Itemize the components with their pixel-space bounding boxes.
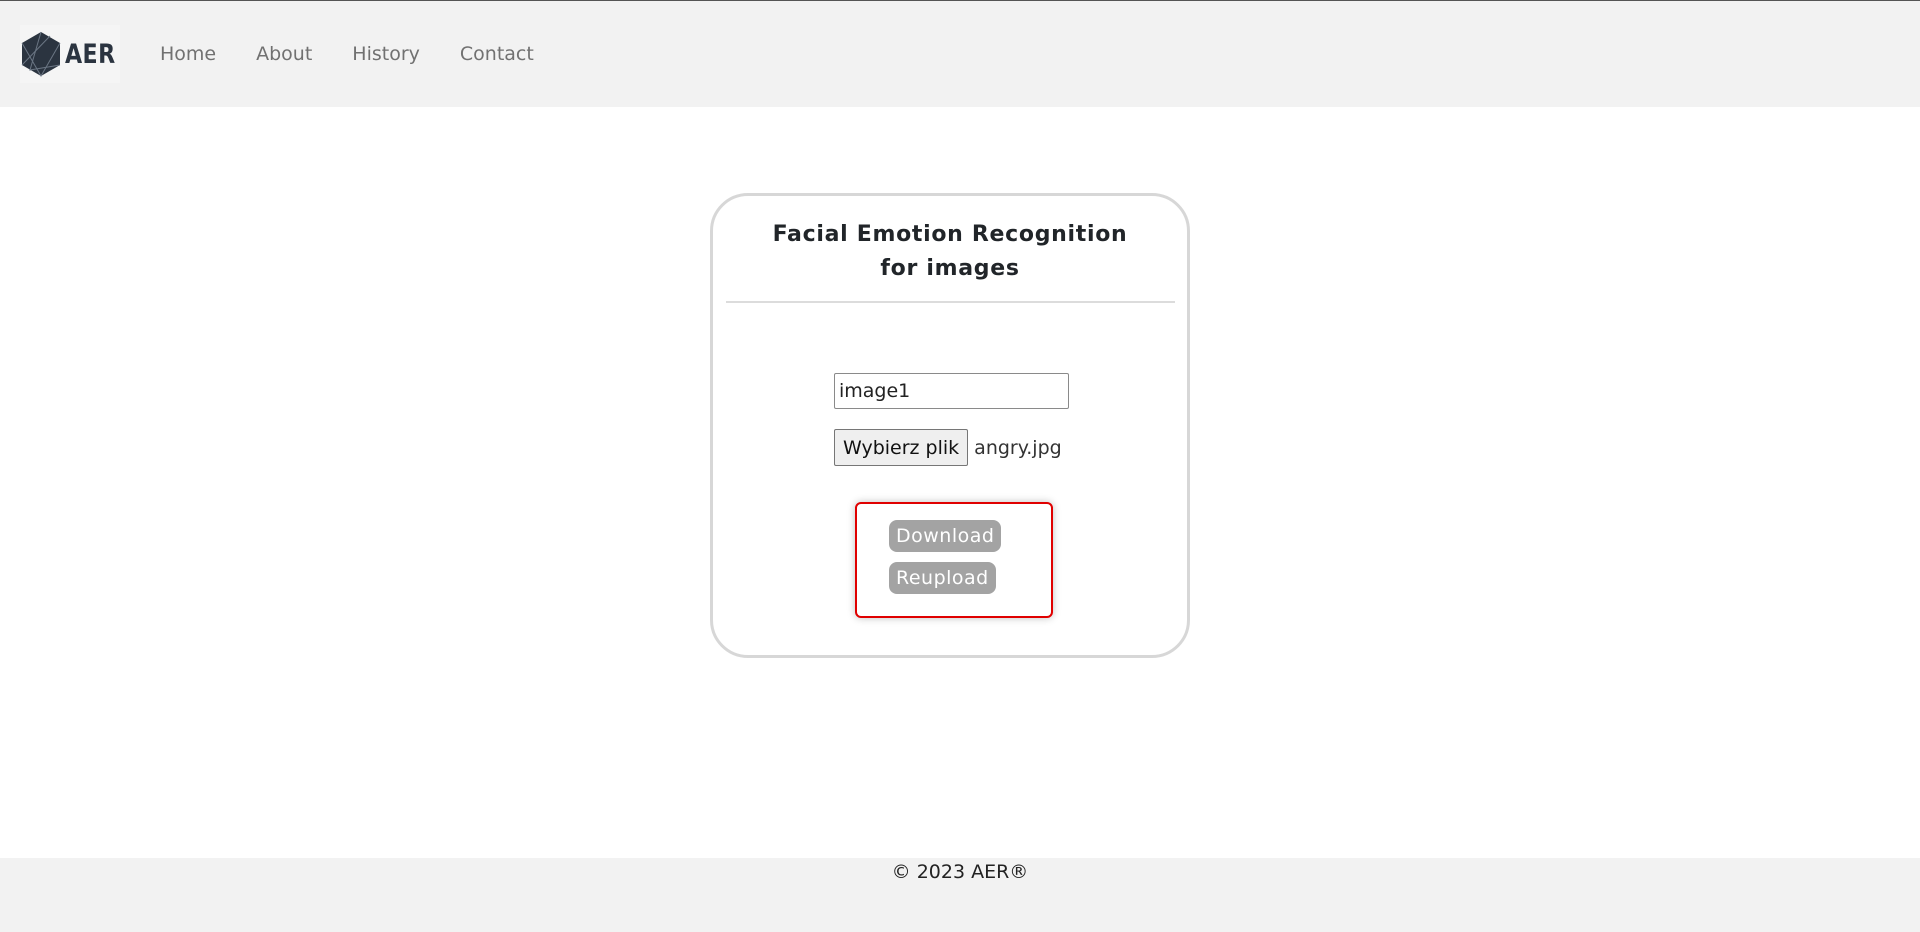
navbar: AER Home About History Contact xyxy=(0,0,1920,107)
nav-link-history[interactable]: History xyxy=(352,43,420,65)
nav-links: Home About History Contact xyxy=(160,43,574,65)
image-name-input[interactable] xyxy=(834,373,1069,409)
brand-logo[interactable]: AER xyxy=(20,25,120,83)
selected-file-name: angry.jpg xyxy=(974,436,1062,459)
nav-link-contact[interactable]: Contact xyxy=(460,43,534,65)
choose-file-button[interactable]: Wybierz plik xyxy=(834,429,969,466)
upload-card: Facial Emotion Recognition for images Wy… xyxy=(710,193,1190,658)
polyhedron-logo-icon xyxy=(21,31,61,78)
footer: © 2023 AER® xyxy=(0,858,1920,932)
file-input: Wybierz plik angry.jpg xyxy=(834,429,1062,466)
card-title: Facial Emotion Recognition for images xyxy=(772,222,1128,281)
reupload-button[interactable]: Reupload xyxy=(889,562,996,594)
nav-link-home[interactable]: Home xyxy=(160,43,216,65)
nav-link-about[interactable]: About xyxy=(256,43,312,65)
footer-copyright: © 2023 AER® xyxy=(891,861,1029,883)
download-button[interactable]: Download xyxy=(889,520,1002,552)
action-buttons-group: Download Reupload xyxy=(855,502,1053,618)
brand-text: AER xyxy=(65,39,116,70)
card-divider xyxy=(726,301,1175,303)
